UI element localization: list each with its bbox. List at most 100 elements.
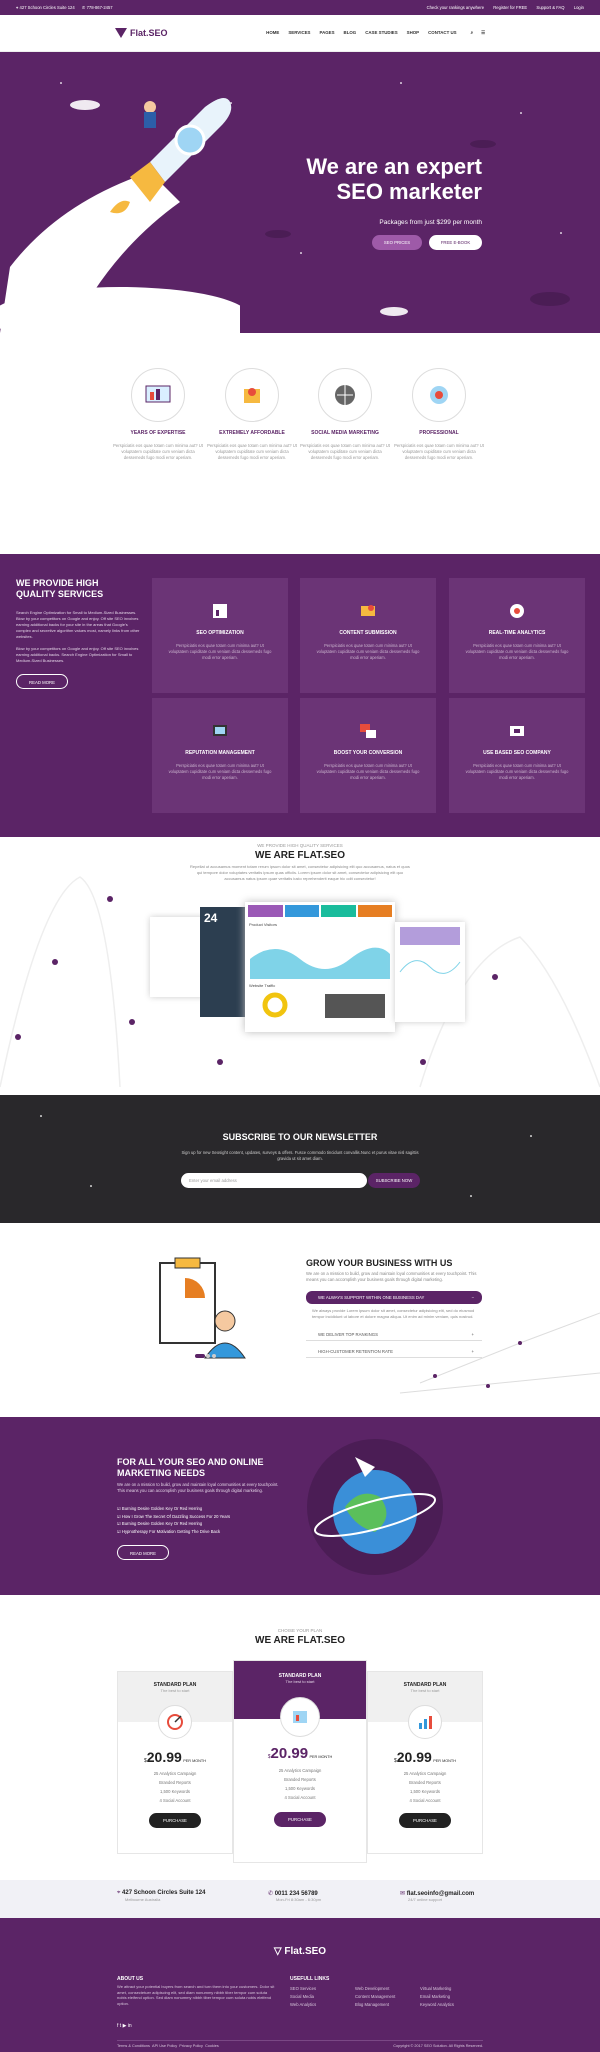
mail-icon: ✉ <box>400 1891 407 1897</box>
free-ebook-button[interactable]: FREE E-BOOK <box>429 235 482 250</box>
contact-strip: ⌖ 427 Schoon Circles Suite 124 Melbourne … <box>0 1880 600 1918</box>
footer-link[interactable]: Social Media <box>290 1993 355 2001</box>
nav-item-case-studies[interactable]: CASE STUDIES <box>365 30 397 36</box>
footer-link[interactable]: Email Marketing <box>420 1993 485 2001</box>
marketing-read-more-button[interactable]: READ MORE <box>117 1545 169 1560</box>
top-bar-contact: ⌖ 427 Schoon Circles Suite 124 ✆ 778-867… <box>16 5 113 10</box>
seo-prices-button[interactable]: SEO PRICES <box>372 235 422 250</box>
main-nav: Flat.SEO HOME SERVICES PAGES BLOG CASE S… <box>0 15 600 52</box>
site-logo[interactable]: Flat.SEO <box>115 28 168 38</box>
nav-item-blog[interactable]: BLOG <box>344 30 357 36</box>
footer-link[interactable]: Web Development <box>355 1985 420 1993</box>
about-kicker: WE PROVIDE HIGH QUALITY SERVICES <box>257 843 343 848</box>
marketing-section: FOR ALL YOUR SEO AND ONLINE MARKETING NEE… <box>0 1417 600 1595</box>
dash-website-traffic: Website Traffic <box>249 983 276 988</box>
linkedin-icon[interactable]: in <box>128 2023 132 2029</box>
dash-day: 24 <box>204 911 218 925</box>
plan-2-icon <box>280 1697 320 1737</box>
privacy-link[interactable]: Privacy Policy <box>179 2044 203 2048</box>
accordion-body: We always provide Lorem ipsum dolor sit … <box>312 1308 475 1319</box>
facebook-icon[interactable]: f <box>117 2023 118 2029</box>
accordion-item-support[interactable]: WE ALWAYS SUPPORT WITHIN ONE BUSINESS DA… <box>306 1291 482 1304</box>
service-card-analytics[interactable]: REAL-TIME ANALYTICS Perspiciatis eos quae… <box>449 578 585 693</box>
api-link[interactable]: API Use Policy <box>152 2044 177 2048</box>
newsletter-email-input[interactable]: Enter your email address <box>181 1173 367 1188</box>
footer-link[interactable]: SEO Services <box>290 1985 355 1993</box>
contact-email[interactable]: ✉ flat.seoinfo@gmail.com 24/7 online supp… <box>400 1890 474 1902</box>
feature-affordable: EXTREMELY AFFORDABLE Perspiciatis eos qua… <box>207 368 297 461</box>
purchase-button-1[interactable]: PURCHASE <box>149 1813 201 1828</box>
twitter-icon[interactable]: t <box>120 2023 121 2029</box>
menu-icon[interactable]: ☰ <box>481 30 485 36</box>
service-card-company[interactable]: USE BASED SEO COMPANY Perspiciatis eos qu… <box>449 698 585 813</box>
footer-about-title: ABOUT US <box>117 1976 144 1982</box>
footer-links: SEO Services Web Development Virtual Marke… <box>290 1985 485 2009</box>
footer-link[interactable]: Web Analytics <box>290 2001 355 2009</box>
search-icon[interactable]: ⌕ <box>471 30 473 36</box>
pricing-plan-3: STANDARD PLAN The best to start $20.99 PE… <box>367 1671 483 1854</box>
planet-illustration <box>307 1439 443 1575</box>
purchase-button-2[interactable]: PURCHASE <box>274 1812 326 1827</box>
grow-text: We are on a mission to build, grow and m… <box>306 1271 477 1282</box>
hero-packages: Packages from just $299 per month <box>379 219 482 226</box>
footer-link[interactable]: Content Management <box>355 1993 420 2001</box>
footer-link[interactable]: Blog Management <box>355 2001 420 2009</box>
top-bar-links: Check your rankings anywhere Register fo… <box>419 5 584 10</box>
accordion-item-rankings[interactable]: WE DELIVER TOP RANKINGS + <box>306 1328 482 1341</box>
company-icon <box>508 722 526 740</box>
grow-title: GROW YOUR BUSINESS WITH US <box>306 1258 453 1268</box>
top-link-rankings[interactable]: Check your rankings anywhere <box>427 5 485 10</box>
nav-item-services[interactable]: SERVICES <box>288 30 310 36</box>
marketing-bullets: ☑ Burning Desire Golden Key Or Red Herri… <box>117 1505 230 1535</box>
service-card-conversion[interactable]: BOOST YOUR CONVERSION Perspiciatis eos qu… <box>300 698 436 813</box>
services-description: Search Engine Optimization for Small to … <box>16 610 140 663</box>
service-card-reputation[interactable]: REPUTATION MANAGEMENT Perspiciatis eos qu… <box>152 698 288 813</box>
copyright: Copyright © 2017 SEO Solution. All Right… <box>393 2044 483 2048</box>
clipboard-illustration <box>159 1257 246 1359</box>
footer-link[interactable]: Keyword Analytics <box>420 2001 485 2009</box>
top-link-register[interactable]: Register for FREE <box>493 5 527 10</box>
service-card-seo[interactable]: SEO OPTIMIZATION Perspiciatis eos quae to… <box>152 578 288 693</box>
nav-item-shop[interactable]: SHOP <box>407 30 419 36</box>
content-submission-icon <box>359 602 377 620</box>
nav-item-pages[interactable]: PAGES <box>319 30 334 36</box>
services-read-more-button[interactable]: READ MORE <box>16 674 68 689</box>
footer-link[interactable]: Virtual Marketing <box>420 1985 485 1993</box>
nav-item-home[interactable]: HOME <box>266 30 279 36</box>
top-link-login[interactable]: Login <box>574 5 584 10</box>
purchase-button-3[interactable]: PURCHASE <box>399 1813 451 1828</box>
reputation-icon <box>211 722 229 740</box>
footer-logo[interactable]: ▽ Flat.SEO <box>0 1946 600 1957</box>
affordable-icon <box>225 368 279 422</box>
youtube-icon[interactable]: ▶ <box>123 2023 127 2029</box>
feature-social-media: SOCIAL MEDIA MARKETING Perspiciatis eos q… <box>300 368 390 461</box>
pricing-kicker: CHOISE YOUR PLAN <box>277 1628 323 1633</box>
top-address: 427 Schoon Circles Suite 124 <box>19 5 75 10</box>
pricing-title: WE ARE FLAT.SEO <box>255 1635 345 1646</box>
newsletter-section: SUBSCRIBE TO OUR NEWSLETTER Sign up for … <box>0 1095 600 1223</box>
bullet-item: ☑ How I Grow The Secret Of Dazzling Succ… <box>117 1513 231 1519</box>
carousel-dots[interactable] <box>195 1354 216 1360</box>
pricing-plan-2: STANDARD PLAN The best to start $20.99 PE… <box>233 1660 367 1863</box>
accordion-item-retention[interactable]: HIGH-CUSTOMER RETENTION RATE + <box>306 1345 482 1358</box>
plan-1-icon <box>158 1705 192 1739</box>
top-phone: 778-867-2457 <box>86 5 113 10</box>
dashboard-mockup: 24 Product Visitors Website Traffic <box>150 897 465 1047</box>
contact-address: ⌖ 427 Schoon Circles Suite 124 Melbourne … <box>117 1890 206 1902</box>
about-title: WE ARE FLAT.SEO <box>255 850 345 861</box>
top-link-support[interactable]: Support & FAQ <box>536 5 564 10</box>
about-section: WE PROVIDE HIGH QUALITY SERVICES WE ARE … <box>0 837 600 1095</box>
globe-icon <box>318 368 372 422</box>
conversion-icon <box>359 722 377 740</box>
seo-optimization-icon <box>211 602 229 620</box>
terms-link[interactable]: Terms & Conditions <box>117 2044 150 2048</box>
subscribe-button[interactable]: SUBSCRIBE NOW <box>368 1173 420 1188</box>
cookies-link[interactable]: Cookies <box>205 2044 219 2048</box>
logo-text: Flat.SEO <box>130 28 168 38</box>
nav-item-contact[interactable]: CONTACT US <box>428 30 456 36</box>
pricing-plan-1: STANDARD PLAN The best to start $20.99 PE… <box>117 1671 233 1854</box>
bullet-item: ☑ Hypnotherapy For Motivation Getting Th… <box>117 1528 221 1534</box>
service-card-content[interactable]: CONTENT SUBMISSION Perspiciatis eos quae … <box>300 578 436 693</box>
grow-section: GROW YOUR BUSINESS WITH US We are on a m… <box>0 1223 600 1417</box>
services-heading: WE PROVIDE HIGH QUALITY SERVICES <box>16 578 104 599</box>
